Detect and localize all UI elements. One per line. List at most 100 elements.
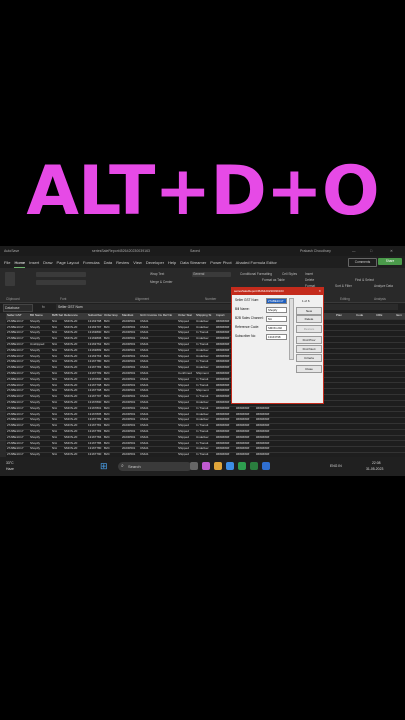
table-cell[interactable]: ######## xyxy=(256,417,275,423)
table-cell[interactable]: In Transit xyxy=(196,342,215,348)
tab-home[interactable]: Home xyxy=(14,258,26,268)
table-cell[interactable]: CMH1 xyxy=(140,348,157,354)
table-cell[interactable]: SMON-20 xyxy=(64,446,87,452)
table-cell[interactable]: B2C xyxy=(104,406,121,412)
table-cell[interactable]: 20230501 xyxy=(122,336,139,342)
table-cell[interactable]: Shipped xyxy=(178,383,195,389)
table-cell[interactable]: N/A xyxy=(52,406,63,412)
table-cell[interactable]: 20230501 xyxy=(122,348,139,354)
conditional-formatting-button[interactable]: Conditional Formatting xyxy=(240,272,272,276)
table-cell[interactable]: N/A xyxy=(52,325,63,331)
table-cell[interactable]: 13163806 xyxy=(88,336,103,342)
table-cell[interactable]: 20230501 xyxy=(122,319,139,325)
insert-cells-button[interactable]: Insert xyxy=(305,272,313,276)
row-number[interactable] xyxy=(0,336,6,342)
table-cell[interactable]: 27ABE1C17 xyxy=(7,354,29,360)
criteria-button[interactable]: Criteria xyxy=(296,354,322,362)
table-cell[interactable]: Shopify xyxy=(30,423,51,429)
table-cell[interactable]: B2C xyxy=(104,377,121,383)
formula-input[interactable]: Seller GST Num xyxy=(56,304,398,310)
table-cell[interactable]: Shipped xyxy=(178,330,195,336)
table-cell[interactable]: Shipped xyxy=(178,336,195,342)
table-cell[interactable]: Undeliver xyxy=(196,336,215,342)
table-cell[interactable]: CMH1 xyxy=(140,394,157,400)
table-cell[interactable]: CMH1 xyxy=(140,417,157,423)
table-cell[interactable]: Shipped xyxy=(178,319,195,325)
spreadsheet-grid[interactable]: Seller GSTBill NameB2B SalesReferenceSub… xyxy=(0,313,405,459)
table-cell[interactable]: 27ABE1C17 xyxy=(7,348,29,354)
table-cell[interactable]: Shopify xyxy=(30,336,51,342)
table-cell[interactable]: N/A xyxy=(52,365,63,371)
table-cell[interactable] xyxy=(158,342,177,348)
find-select-button[interactable]: Find & Select xyxy=(355,278,374,282)
tab-view[interactable]: View xyxy=(133,258,142,267)
table-cell[interactable]: 13167801 xyxy=(88,406,103,412)
table-cell[interactable]: In Transit xyxy=(196,423,215,429)
autosave-label[interactable]: AutoSave xyxy=(4,249,19,253)
table-cell[interactable]: SMON-20 xyxy=(64,388,87,394)
find-next-button[interactable]: Find Next xyxy=(296,345,322,353)
table-cell[interactable]: Undeliver xyxy=(196,348,215,354)
table-cell[interactable]: N/A xyxy=(52,388,63,394)
table-cell[interactable]: 20230501 xyxy=(122,435,139,441)
table-cell[interactable]: 13163763 xyxy=(88,354,103,360)
table-cell[interactable]: 13167797 xyxy=(88,394,103,400)
table-cell[interactable]: B2C xyxy=(104,435,121,441)
table-cell[interactable]: N/A xyxy=(52,429,63,435)
table-cell[interactable]: B2C xyxy=(104,330,121,336)
table-cell[interactable]: B2C xyxy=(104,388,121,394)
table-cell[interactable]: In Transit xyxy=(196,394,215,400)
table-cell[interactable]: Shipped xyxy=(178,342,195,348)
table-cell[interactable]: 20230501 xyxy=(122,446,139,452)
table-cell[interactable]: CMH1 xyxy=(140,319,157,325)
table-cell[interactable]: B2C xyxy=(104,365,121,371)
table-cell[interactable]: 27ABE1C17 xyxy=(7,359,29,365)
table-cell[interactable]: Shopify xyxy=(30,319,51,325)
table-cell[interactable]: 13167783 xyxy=(88,429,103,435)
row-number[interactable] xyxy=(0,359,6,365)
column-header[interactable]: Order Stat xyxy=(178,313,195,319)
table-cell[interactable]: In Transit xyxy=(196,383,215,389)
table-cell[interactable]: Shopify xyxy=(30,371,51,377)
table-cell[interactable]: SMON-20 xyxy=(64,365,87,371)
table-cell[interactable]: 27ABE1C17 xyxy=(7,441,29,447)
table-cell[interactable]: 20230501 xyxy=(122,417,139,423)
row-number[interactable] xyxy=(0,423,6,429)
table-cell[interactable]: In Transit xyxy=(196,429,215,435)
table-cell[interactable]: CMH1 xyxy=(140,342,157,348)
table-cell[interactable]: 20230501 xyxy=(122,342,139,348)
table-cell[interactable] xyxy=(158,348,177,354)
table-cell[interactable]: Shipped xyxy=(178,394,195,400)
table-cell[interactable]: ######## xyxy=(236,406,255,412)
table-cell[interactable]: Shopify xyxy=(30,394,51,400)
table-cell[interactable]: 13167786 xyxy=(88,441,103,447)
table-cell[interactable]: ######## xyxy=(236,417,255,423)
row-number[interactable] xyxy=(0,440,6,447)
row-number[interactable] xyxy=(0,434,6,441)
file-explorer-icon[interactable] xyxy=(214,462,222,470)
delete-button[interactable]: Delete xyxy=(296,315,322,323)
row-number[interactable] xyxy=(0,330,6,336)
number-format-select[interactable]: General xyxy=(192,272,231,277)
column-header[interactable]: B2B Sales xyxy=(52,313,63,319)
table-cell[interactable]: B2C xyxy=(104,423,121,429)
table-cell[interactable]: N/A xyxy=(52,371,63,377)
table-cell[interactable]: ######## xyxy=(256,435,275,441)
table-cell[interactable]: Shipped xyxy=(178,406,195,412)
table-cell[interactable]: N/A xyxy=(52,330,63,336)
table-cell[interactable]: 13167783 xyxy=(88,365,103,371)
table-cell[interactable]: 27ABE1C17 xyxy=(7,319,29,325)
share-button[interactable]: Share xyxy=(378,258,402,265)
table-cell[interactable]: 13167780 xyxy=(88,359,103,365)
column-header[interactable]: Inv Ref No xyxy=(158,313,177,319)
table-cell[interactable]: Undeliver xyxy=(196,354,215,360)
table-cell[interactable]: ######## xyxy=(216,446,235,452)
column-header[interactable]: Bill Name xyxy=(30,313,51,319)
table-cell[interactable]: Shipped xyxy=(178,359,195,365)
table-cell[interactable]: Shopify xyxy=(30,412,51,418)
table-cell[interactable] xyxy=(158,383,177,389)
row-number[interactable] xyxy=(0,313,6,319)
table-cell[interactable]: N/A xyxy=(52,400,63,406)
table-cell[interactable]: N/A xyxy=(52,348,63,354)
column-header[interactable]: Shipping St xyxy=(196,313,215,319)
